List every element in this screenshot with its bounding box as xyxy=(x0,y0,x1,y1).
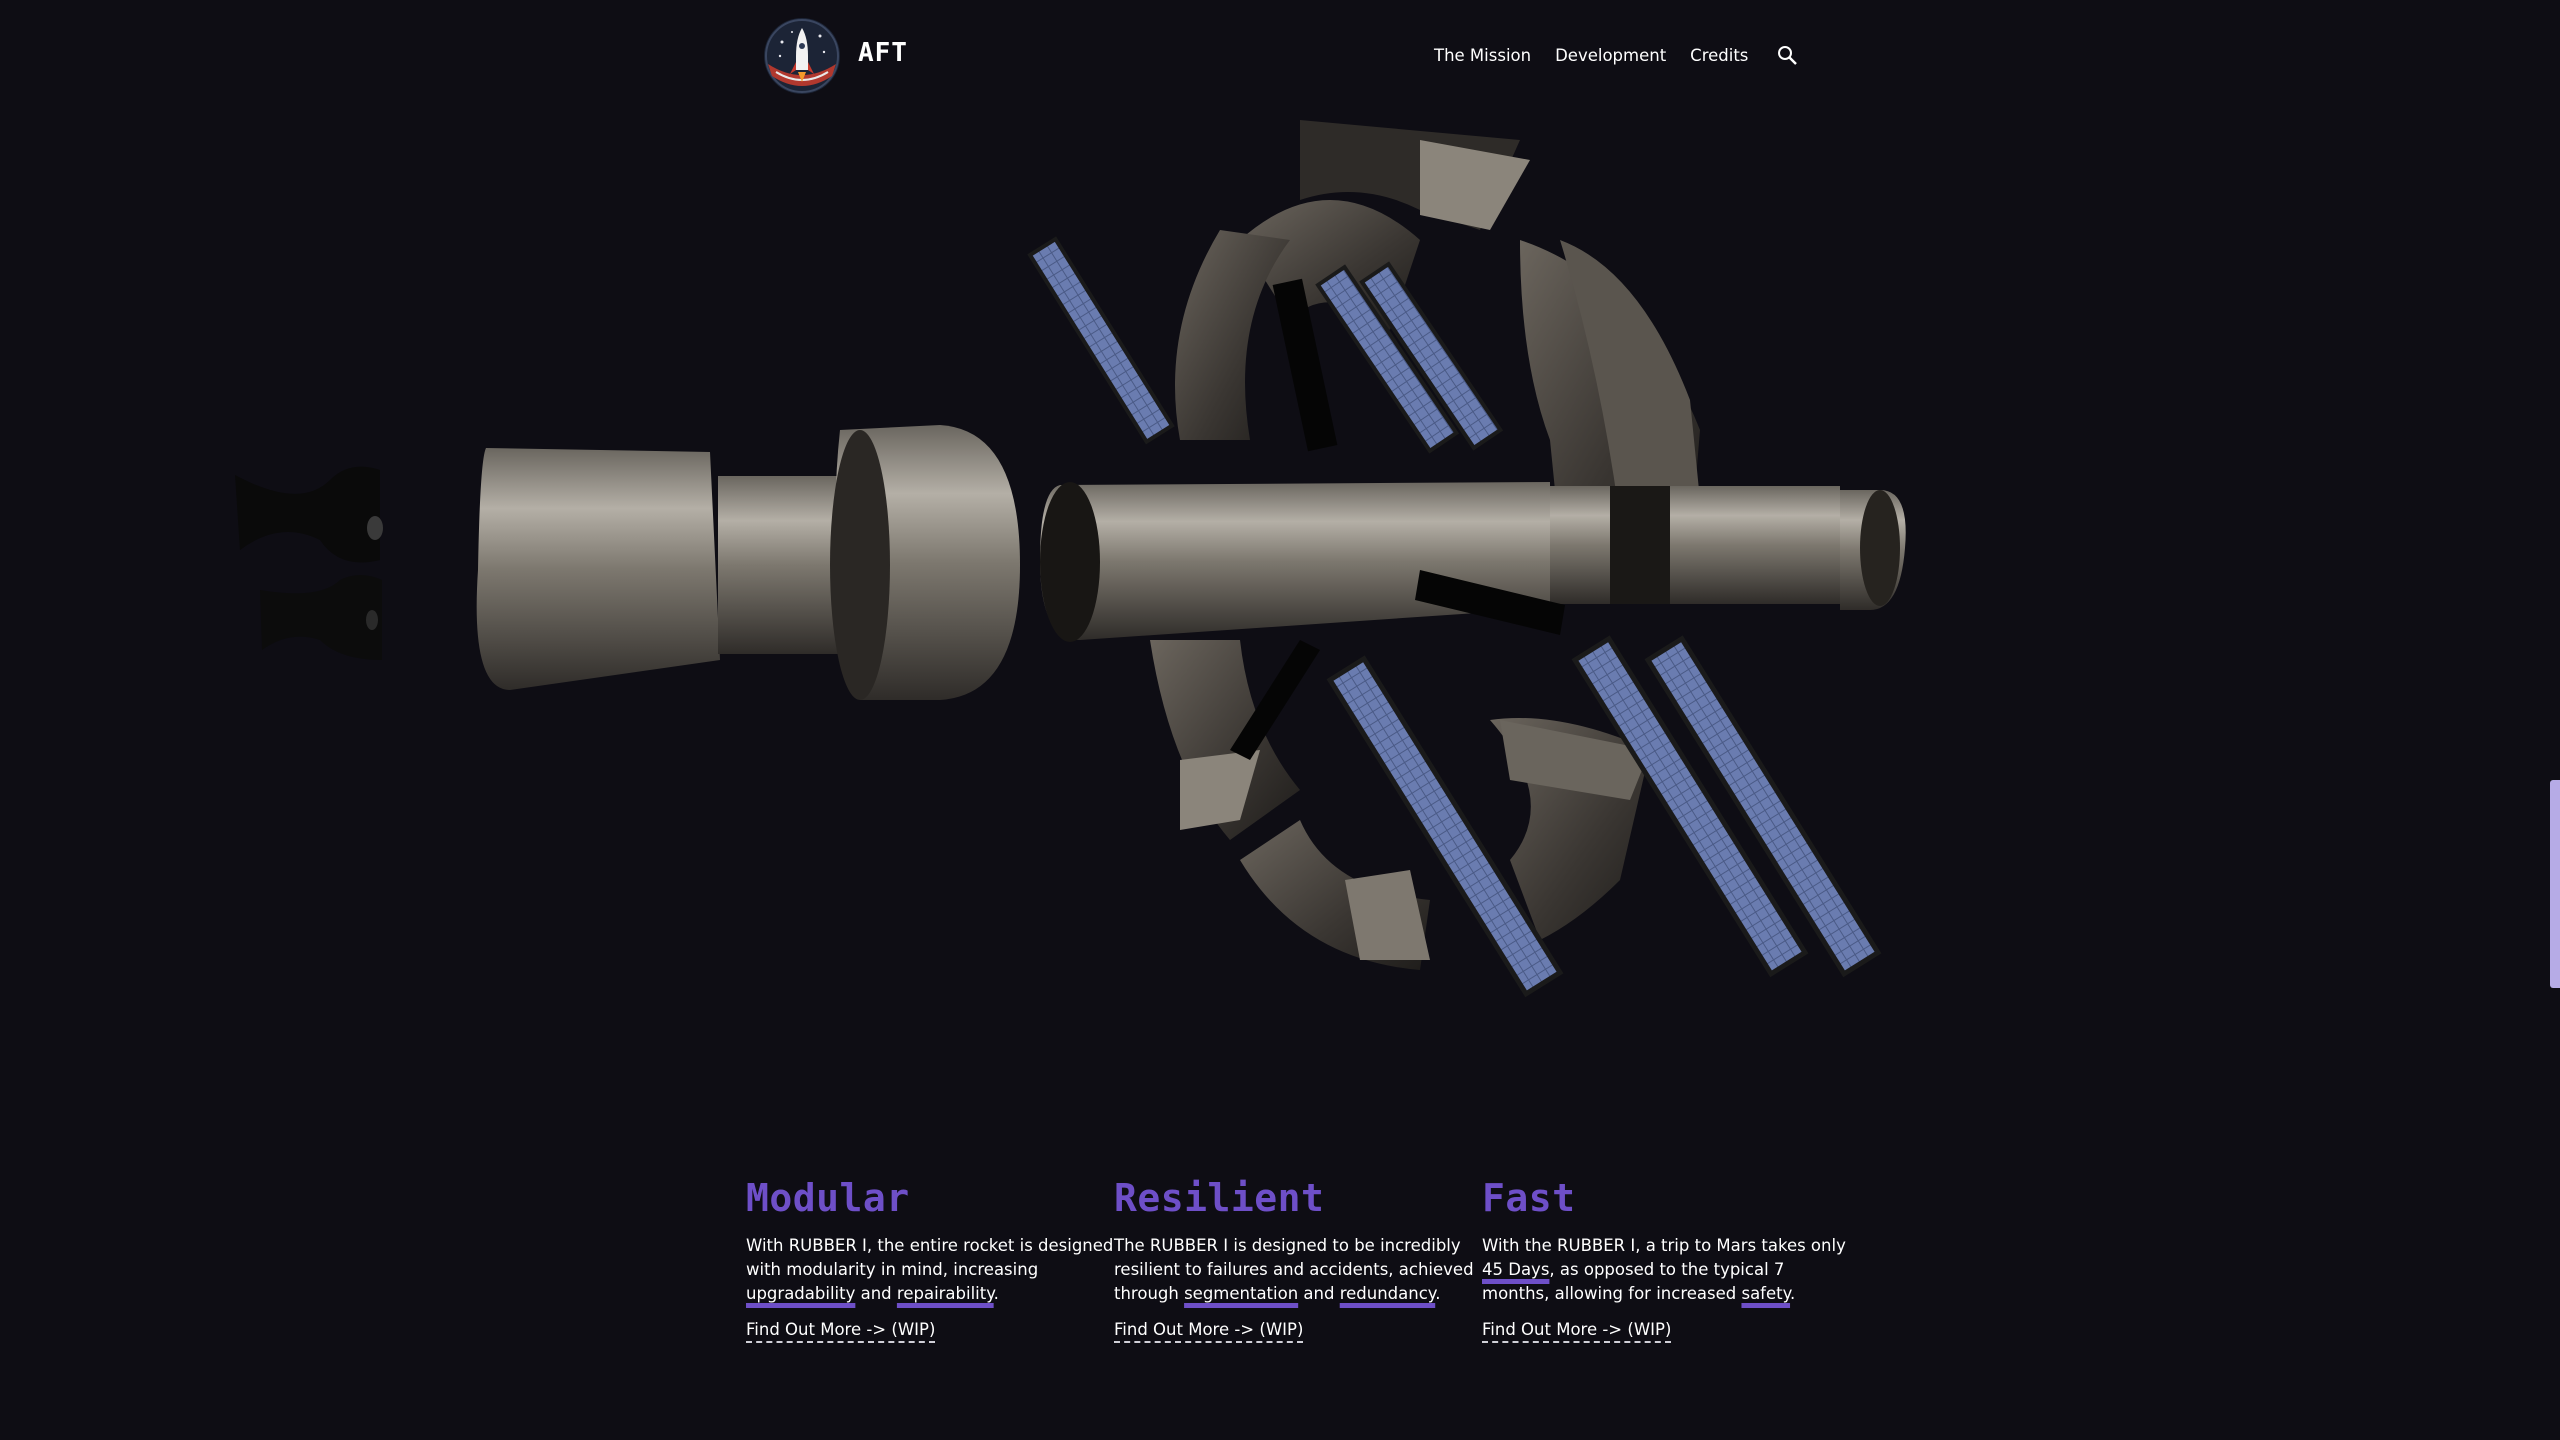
highlight-upgradability: upgradability xyxy=(746,1284,856,1303)
feature-text: With RUBBER I, the entire rocket is desi… xyxy=(746,1236,1114,1279)
find-out-more-link[interactable]: Find Out More -> (WIP) xyxy=(746,1320,936,1343)
feature-text: With the RUBBER I, a trip to Mars takes … xyxy=(1482,1236,1846,1255)
feature-title: Fast xyxy=(1482,1176,1576,1220)
feature-text: and xyxy=(855,1284,897,1303)
search-icon[interactable] xyxy=(1776,44,1798,66)
feature-description: With RUBBER I, the entire rocket is desi… xyxy=(746,1234,1114,1306)
feature-fast: Fast With the RUBBER I, a trip to Mars t… xyxy=(1482,1176,1850,1343)
main-nav: The Mission Development Credits xyxy=(1434,44,1798,66)
feature-title: Resilient xyxy=(1114,1176,1325,1220)
feature-text: . xyxy=(1790,1284,1796,1303)
nav-the-mission[interactable]: The Mission xyxy=(1434,46,1531,65)
nav-development[interactable]: Development xyxy=(1555,46,1666,65)
find-out-more-link[interactable]: Find Out More -> (WIP) xyxy=(1482,1320,1672,1343)
feature-text: and xyxy=(1298,1284,1340,1303)
page: AFT The Mission Development Credits Modu… xyxy=(0,0,2560,1440)
highlight-segmentation: segmentation xyxy=(1184,1284,1299,1303)
rocket-3d-render[interactable] xyxy=(0,100,2560,1100)
highlight-45-days: 45 Days xyxy=(1482,1260,1550,1279)
highlight-redundancy: redundancy xyxy=(1339,1284,1436,1303)
find-out-more-link[interactable]: Find Out More -> (WIP) xyxy=(1114,1320,1304,1343)
feature-modular: Modular With RUBBER I, the entire rocket… xyxy=(746,1176,1114,1343)
features-section: Modular With RUBBER I, the entire rocket… xyxy=(746,1176,1850,1343)
feature-resilient: Resilient The RUBBER I is designed to be… xyxy=(1114,1176,1482,1343)
highlight-safety: safety xyxy=(1741,1284,1791,1303)
feature-description: With the RUBBER I, a trip to Mars takes … xyxy=(1482,1234,1850,1306)
feature-text: . xyxy=(993,1284,999,1303)
brand-name[interactable]: AFT xyxy=(858,38,908,68)
logo-icon[interactable] xyxy=(762,16,842,96)
feature-text: . xyxy=(1435,1284,1441,1303)
feature-description: The RUBBER I is designed to be incredibl… xyxy=(1114,1234,1482,1306)
feature-title: Modular xyxy=(746,1176,910,1220)
highlight-repairability: repairability xyxy=(896,1284,994,1303)
scrollbar-thumb[interactable] xyxy=(2550,780,2560,988)
nav-credits[interactable]: Credits xyxy=(1690,46,1748,65)
